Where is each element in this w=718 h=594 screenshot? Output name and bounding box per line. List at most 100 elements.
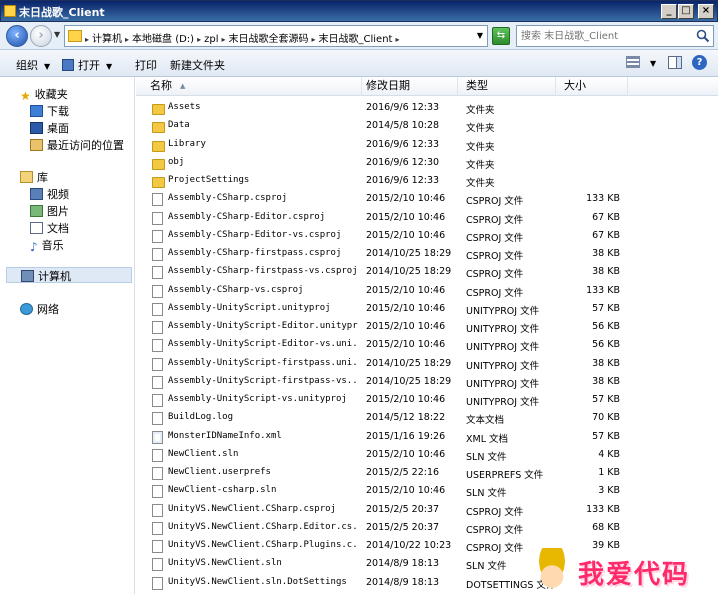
breadcrumb-separator-icon[interactable]: ▸ xyxy=(125,35,129,44)
forward-button[interactable]: › xyxy=(30,25,52,47)
breadcrumb-item[interactable]: 本地磁盘 (D:) xyxy=(132,34,194,45)
table-row[interactable]: Assembly-UnityScript-vs.unityproj 2015/2/… xyxy=(136,392,718,410)
table-row[interactable]: Assembly-UnityScript-Editor.unityproj 201… xyxy=(136,319,718,337)
table-row[interactable]: UnityVS.NewClient.CSharp.csproj 2015/2/5 … xyxy=(136,502,718,520)
sidebar-item-favorites[interactable]: ★ 收藏夹 xyxy=(20,86,68,103)
table-row[interactable]: ProjectSettings 2016/9/6 12:33 文件夹 xyxy=(136,173,718,191)
file-icon xyxy=(152,339,163,353)
table-row[interactable]: Assembly-UnityScript-firstpass.uni... 201… xyxy=(136,356,718,374)
table-row[interactable]: Assets 2016/9/6 12:33 文件夹 xyxy=(136,100,718,118)
breadcrumb-item[interactable]: zpl xyxy=(204,34,218,45)
file-type: CSPROJ 文件 xyxy=(466,543,524,554)
preview-pane-icon[interactable] xyxy=(668,56,682,69)
sidebar-item-documents[interactable]: 文档 xyxy=(30,220,69,236)
table-row[interactable]: Data 2014/5/8 10:28 文件夹 xyxy=(136,118,718,136)
star-icon: ★ xyxy=(20,89,31,103)
sidebar-item-desktop[interactable]: 桌面 xyxy=(30,120,69,136)
table-row[interactable]: Library 2016/9/6 12:33 文件夹 xyxy=(136,137,718,155)
file-name: UnityVS.NewClient.sln.DotSettings xyxy=(168,576,347,587)
table-row[interactable]: MonsterIDNameInfo.xml 2015/1/16 19:26 XML … xyxy=(136,429,718,447)
help-icon[interactable]: ? xyxy=(692,55,707,70)
search-icon[interactable] xyxy=(696,29,710,43)
breadcrumb-separator-icon[interactable]: ▸ xyxy=(395,35,399,44)
breadcrumb-separator-icon[interactable]: ▸ xyxy=(85,35,89,44)
sidebar-item-label: 下载 xyxy=(47,105,69,118)
table-row[interactable]: Assembly-CSharp-vs.csproj 2015/2/10 10:46… xyxy=(136,283,718,301)
table-row[interactable]: UnityVS.NewClient.CSharp.Editor.cs... 201… xyxy=(136,520,718,538)
file-size: 57 KB xyxy=(592,302,620,314)
column-header: 名称 ▲ 修改日期 类型 大小 xyxy=(136,77,718,96)
sidebar-item-label: 网络 xyxy=(37,303,59,316)
search-input[interactable] xyxy=(521,29,691,43)
breadcrumb-item[interactable]: 末日战歌_Client xyxy=(319,34,393,45)
table-row[interactable]: Assembly-UnityScript-Editor-vs.uni... 201… xyxy=(136,337,718,355)
column-type[interactable]: 类型 xyxy=(458,77,556,96)
column-name[interactable]: 名称 ▲ xyxy=(136,77,362,96)
file-date: 2014/5/12 18:22 xyxy=(366,412,446,424)
table-row[interactable]: BuildLog.log 2014/5/12 18:22 文本文档 70 KB xyxy=(136,410,718,428)
table-row[interactable]: NewClient.userprefs 2015/2/5 22:16 USERPRE… xyxy=(136,465,718,483)
breadcrumb-separator-icon[interactable]: ▸ xyxy=(221,35,225,44)
table-row[interactable]: Assembly-CSharp-Editor-vs.csproj 2015/2/1… xyxy=(136,228,718,246)
table-row[interactable]: Assembly-UnityScript.unityproj 2015/2/10 … xyxy=(136,301,718,319)
column-date[interactable]: 修改日期 xyxy=(362,77,458,96)
breadcrumb-item[interactable]: 计算机 xyxy=(92,34,122,45)
file-size: 70 KB xyxy=(592,412,620,424)
file-name: Assembly-UnityScript.unityproj xyxy=(168,302,331,313)
view-options-icon[interactable] xyxy=(626,56,640,68)
table-row[interactable]: Assembly-CSharp-firstpass.csproj 2014/10/… xyxy=(136,246,718,264)
sidebar-item-videos[interactable]: 视频 xyxy=(30,186,69,202)
recent-pages-dropdown[interactable]: ▼ xyxy=(54,30,60,39)
file-type: CSPROJ 文件 xyxy=(466,232,524,244)
file-icon xyxy=(152,412,163,426)
sidebar-item-computer[interactable]: 计算机 xyxy=(6,267,132,283)
breadcrumb-item[interactable]: 末日战歌全套源码 xyxy=(229,34,309,45)
file-date: 2014/10/22 10:23 xyxy=(366,540,452,551)
search-box[interactable] xyxy=(516,25,714,47)
table-row[interactable]: Assembly-CSharp.csproj 2015/2/10 10:46 CSP… xyxy=(136,191,718,209)
sidebar-item-downloads[interactable]: 下载 xyxy=(30,103,69,119)
file-size: 1 KB xyxy=(598,467,620,478)
column-size[interactable]: 大小 xyxy=(556,77,628,96)
file-size: 56 KB xyxy=(592,339,620,351)
open-menu[interactable]: 打开 ▼ xyxy=(62,57,112,73)
back-button[interactable]: ‹ xyxy=(6,25,28,47)
sidebar-item-network[interactable]: 网络 xyxy=(20,301,59,317)
file-date: 2015/2/10 10:46 xyxy=(366,284,446,296)
table-row[interactable]: Assembly-CSharp-firstpass-vs.csproj 2014/… xyxy=(136,264,718,282)
table-row[interactable]: Assembly-UnityScript-firstpass-vs.... 201… xyxy=(136,374,718,392)
folder-icon xyxy=(152,158,165,170)
table-row[interactable]: obj 2016/9/6 12:30 文件夹 xyxy=(136,155,718,173)
close-button[interactable]: × xyxy=(698,4,714,19)
table-row[interactable]: NewClient.sln 2015/2/10 10:46 SLN 文件 4 KB xyxy=(136,447,718,465)
sidebar-item-pictures[interactable]: 图片 xyxy=(30,203,69,219)
file-size: 133 KB xyxy=(586,193,620,205)
breadcrumb[interactable]: ▸ 计算机 ▸ 本地磁盘 (D:) ▸ zpl ▸ 末日战歌全套源码 ▸ 末日战歌_Client ▸… xyxy=(64,25,488,47)
new-folder-button[interactable]: 新建文件夹 xyxy=(170,57,225,73)
file-name: Assembly-CSharp-Editor-vs.csproj xyxy=(168,229,342,240)
document-icon xyxy=(30,222,43,234)
refresh-button[interactable]: ⇆ xyxy=(492,27,510,45)
file-date: 2015/2/5 20:37 xyxy=(366,503,440,515)
table-row[interactable]: NewClient-csharp.sln 2015/2/10 10:46 SLN 文… xyxy=(136,483,718,501)
sidebar-item-libraries[interactable]: 库 xyxy=(20,169,48,185)
music-icon: ♪ xyxy=(30,240,38,254)
file-icon xyxy=(152,540,163,553)
sidebar-item-music[interactable]: ♪ 音乐 xyxy=(30,237,64,254)
breadcrumb-separator-icon[interactable]: ▸ xyxy=(312,35,316,44)
sidebar-item-label: 音乐 xyxy=(41,239,64,252)
maximize-button[interactable]: □ xyxy=(678,4,694,19)
path-dropdown[interactable]: ▼ xyxy=(477,31,483,40)
sidebar-item-recent[interactable]: 最近访问的位置 xyxy=(30,137,124,153)
minimize-button[interactable]: _ xyxy=(661,4,677,19)
file-name: NewClient.userprefs xyxy=(168,467,271,477)
file-date: 2016/9/6 12:33 xyxy=(366,102,440,113)
view-dropdown-icon[interactable]: ▼ xyxy=(650,59,656,68)
print-button[interactable]: 打印 xyxy=(135,57,157,73)
breadcrumb-separator-icon[interactable]: ▸ xyxy=(197,35,201,44)
organize-menu[interactable]: 组织 ▼ xyxy=(16,57,50,73)
file-type: UNITYPROJ 文件 xyxy=(466,305,540,317)
table-row[interactable]: Assembly-CSharp-Editor.csproj 2015/2/10 1… xyxy=(136,210,718,228)
file-icon xyxy=(152,229,163,243)
file-date: 2015/1/16 19:26 xyxy=(366,430,446,442)
